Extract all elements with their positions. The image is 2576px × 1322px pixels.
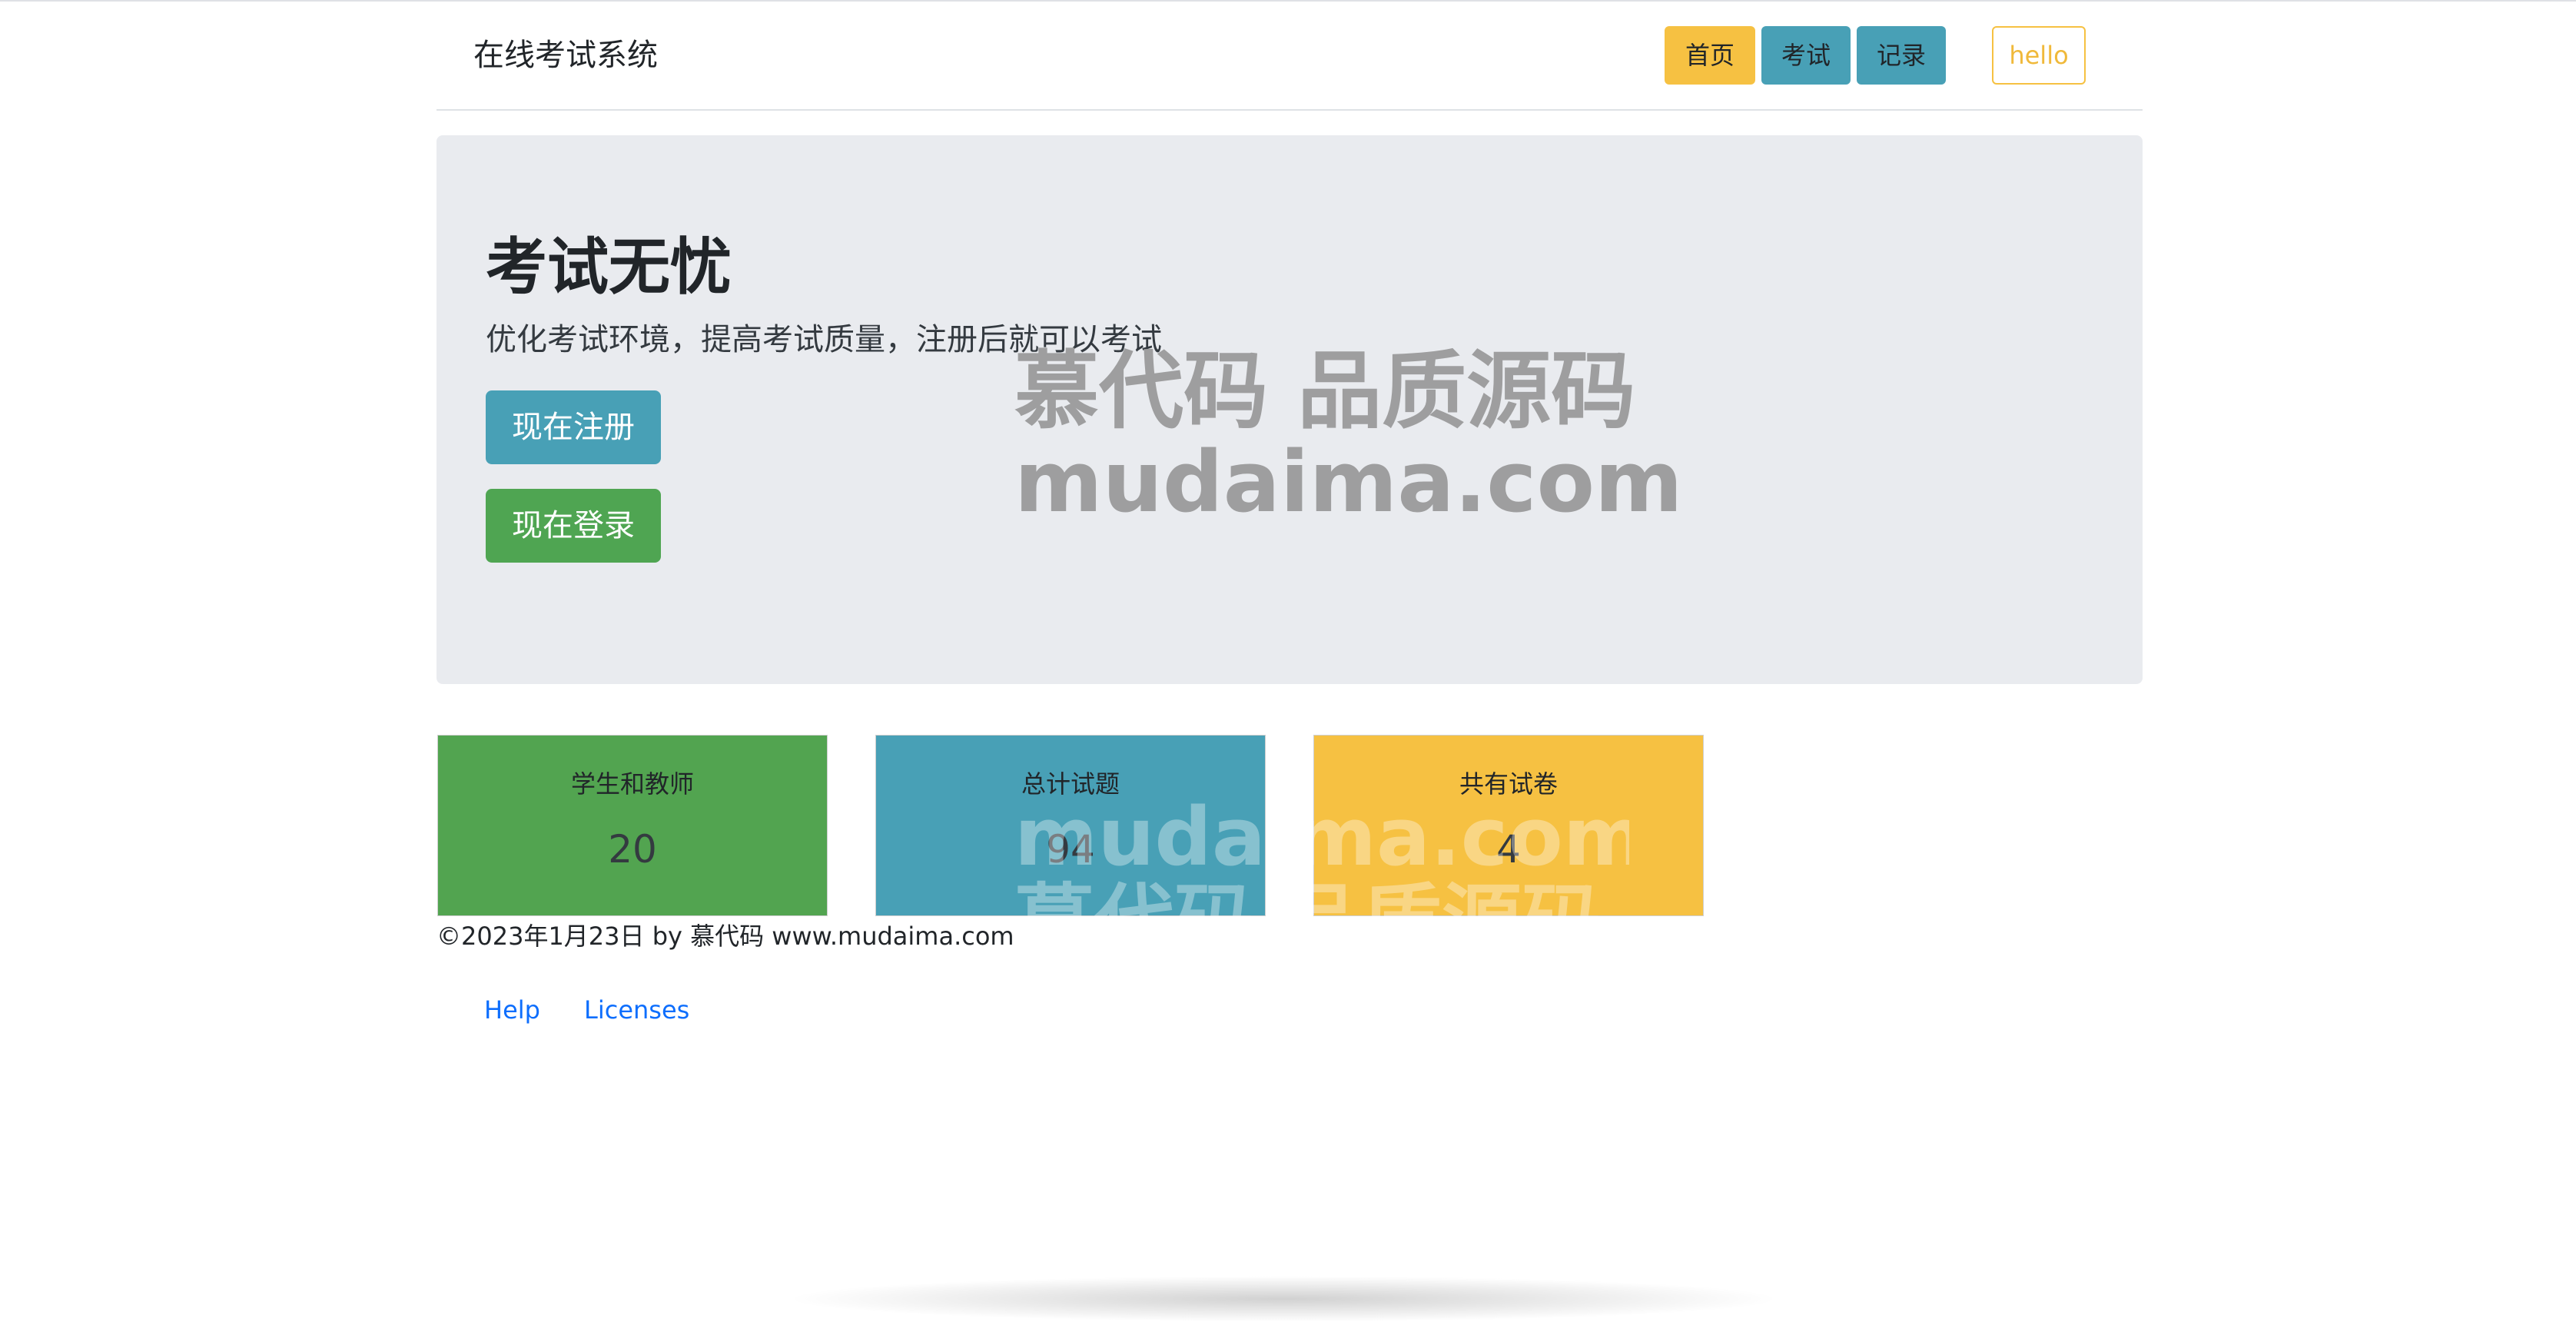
footer-link-help[interactable]: Help: [484, 993, 540, 1027]
user-hello-button[interactable]: hello: [1992, 26, 2086, 85]
site-brand[interactable]: 在线考试系统: [473, 35, 658, 75]
stat-value: 94: [1046, 827, 1095, 872]
login-button[interactable]: 现在登录: [486, 489, 661, 563]
stat-card-papers: 共有试卷 4: [1313, 735, 1704, 916]
hero-jumbotron: 考试无忧 优化考试环境，提高考试质量，注册后就可以考试 现在注册 现在登录: [437, 135, 2143, 684]
stat-card-users: 学生和教师 20: [437, 735, 828, 916]
stat-label: 学生和教师: [570, 769, 694, 799]
top-navbar: 在线考试系统 首页 考试 记录 hello: [437, 2, 2143, 111]
stat-card-questions: 总计试题 94: [875, 735, 1266, 916]
hero-title: 考试无忧: [486, 231, 732, 303]
footer-link-licenses[interactable]: Licenses: [584, 993, 689, 1027]
register-button[interactable]: 现在注册: [486, 390, 661, 464]
nav-exam-button[interactable]: 考试: [1761, 26, 1851, 85]
stat-label: 总计试题: [1021, 769, 1120, 799]
stat-value: 4: [1496, 827, 1521, 872]
footer-copyright: ©2023年1月23日 by 慕代码 www.mudaima.com: [437, 922, 1014, 951]
hero-subtitle: 优化考试环境，提高考试质量，注册后就可以考试: [486, 322, 1162, 357]
nav-records-button[interactable]: 记录: [1857, 26, 1946, 85]
bottom-shadow: [784, 1276, 1783, 1322]
stat-value: 20: [608, 827, 657, 872]
stat-label: 共有试卷: [1459, 769, 1558, 799]
nav-home-button[interactable]: 首页: [1665, 26, 1755, 85]
